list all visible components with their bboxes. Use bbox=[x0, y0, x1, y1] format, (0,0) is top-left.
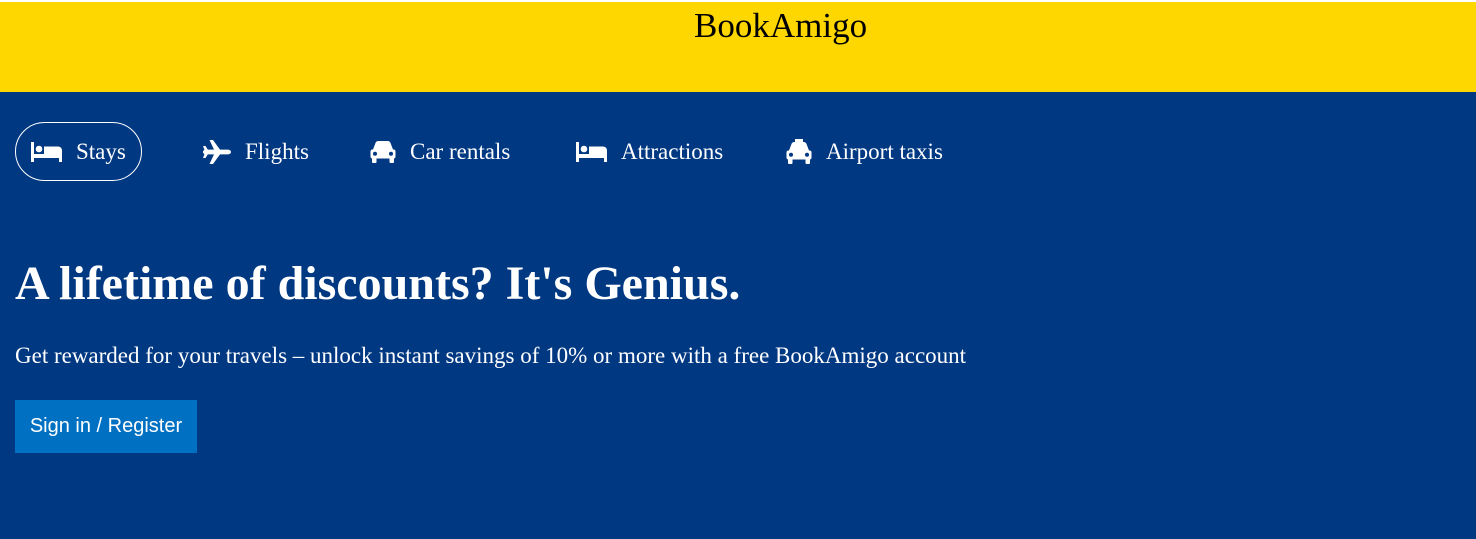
hero-section: Stays Flights Car rentals Attractions Ai… bbox=[0, 92, 1476, 539]
brand-bar: BookAmigo bbox=[0, 2, 1476, 92]
hero-headline: A lifetime of discounts? It's Genius. bbox=[15, 257, 741, 310]
nav-item-label: Flights bbox=[245, 138, 309, 164]
nav-item-attractions[interactable]: Attractions bbox=[576, 122, 723, 181]
nav-item-label: Car rentals bbox=[410, 138, 511, 164]
car-icon bbox=[370, 140, 396, 163]
nav-item-car-rentals[interactable]: Car rentals bbox=[370, 122, 510, 181]
nav-item-label: Stays bbox=[76, 138, 126, 164]
nav-item-stays[interactable]: Stays bbox=[15, 122, 142, 181]
taxi-icon bbox=[786, 139, 812, 164]
bed-icon bbox=[576, 141, 607, 162]
nav-item-label: Attractions bbox=[621, 138, 724, 164]
hero-subline: Get rewarded for your travels – unlock i… bbox=[15, 343, 967, 368]
bed-icon bbox=[31, 141, 62, 162]
nav-item-flights[interactable]: Flights bbox=[203, 122, 309, 181]
plane-icon bbox=[203, 139, 231, 164]
sign-in-register-button[interactable]: Sign in / Register bbox=[15, 400, 197, 453]
brand-logo-text[interactable]: BookAmigo bbox=[694, 6, 867, 46]
nav-item-label: Airport taxis bbox=[826, 138, 943, 164]
nav-item-airport-taxis[interactable]: Airport taxis bbox=[786, 122, 943, 181]
